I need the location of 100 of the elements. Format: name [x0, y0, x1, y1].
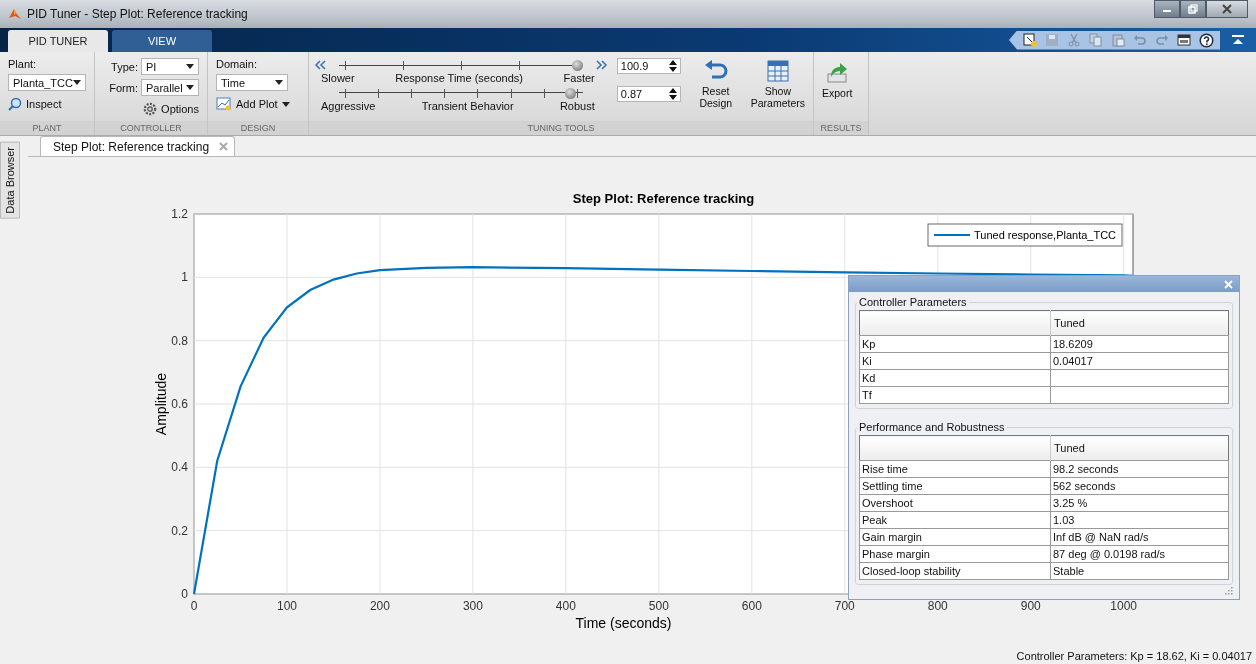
close-icon	[1222, 4, 1232, 14]
y-tick-label: 1	[181, 270, 188, 285]
close-icon[interactable]	[219, 142, 229, 151]
parameter-value: 87 deg @ 0.0198 rad/s	[1050, 545, 1229, 563]
parameter-value: 98.2 seconds	[1050, 460, 1229, 478]
section-label: TUNING TOOLS	[309, 121, 813, 135]
parameter-value: 18.6209	[1050, 335, 1229, 353]
table-icon	[766, 60, 789, 82]
parameter-name: Kd	[859, 369, 1051, 387]
y-tick-label: 0.8	[171, 333, 188, 348]
new-window-icon[interactable]	[1023, 32, 1037, 47]
export-arrow-icon	[825, 60, 850, 84]
domain-dropdown[interactable]: Time	[216, 74, 288, 91]
chart-title: Step Plot: Reference tracking	[572, 191, 755, 206]
x-tick-label: 400	[555, 599, 576, 613]
plant-label: Plant:	[8, 58, 38, 70]
parameter-name: Closed-loop stability	[859, 562, 1051, 580]
tab-label: Step Plot: Reference tracking	[53, 139, 210, 154]
x-tick-label: 900	[1020, 599, 1041, 613]
parameter-name: Kp	[859, 335, 1051, 353]
slider-caption: Response Time (seconds)	[395, 72, 523, 84]
section-label: DESIGN	[208, 121, 308, 135]
column-header: Tuned	[1050, 310, 1229, 336]
y-axis-label: Amplitude	[153, 372, 169, 436]
parameter-name: Ki	[859, 352, 1051, 370]
slider-max-label: Faster	[563, 72, 595, 84]
column-header: Tuned	[1050, 435, 1229, 461]
y-tick-label: 0.4	[171, 460, 188, 475]
parameter-value: 1.03	[1050, 511, 1229, 529]
dropdown-arrow-icon	[186, 64, 194, 69]
window-title: PID Tuner - Step Plot: Reference tracking	[27, 7, 248, 21]
ribbon-tab[interactable]: PID TUNER	[8, 30, 108, 52]
search-icon	[8, 97, 22, 111]
restore-button[interactable]	[1180, 0, 1206, 18]
undo-arrow-icon	[703, 60, 728, 82]
status-text: Controller Parameters: Kp = 18.62, Ki = 0.04017	[1016, 650, 1252, 662]
options-button[interactable]: Options	[143, 100, 199, 118]
x-tick-label: 100	[276, 599, 297, 613]
type-label: Type:	[111, 60, 138, 73]
plot-add-icon	[216, 97, 232, 111]
slider-caption: Transient Behavior	[421, 100, 514, 112]
spinner-field[interactable]: 100.9	[616, 58, 681, 74]
slider-thumb[interactable]	[571, 59, 583, 71]
dropdown-arrow-icon	[281, 101, 290, 107]
reset-design-button[interactable]: Reset Design	[688, 58, 743, 109]
export-button[interactable]: Export	[822, 58, 853, 121]
parameter-name: Rise time	[859, 460, 1051, 478]
parameter-value: Inf dB @ NaN rad/s	[1050, 528, 1229, 546]
x-tick-label: 0	[190, 599, 198, 613]
slider-min-label: Slower	[321, 72, 355, 84]
x-tick-label: 200	[369, 599, 390, 613]
parameter-name: Settling time	[859, 477, 1051, 495]
inspect-button[interactable]: Inspect	[8, 95, 86, 113]
parameter-value: Stable	[1050, 562, 1229, 580]
x-tick-label: 1000	[1110, 599, 1138, 613]
x-tick-label: 500	[648, 599, 669, 613]
y-tick-label: 0	[181, 587, 188, 601]
close-button[interactable]	[1206, 0, 1248, 18]
slider-thumb[interactable]	[564, 87, 576, 99]
slower-arrows-icon[interactable]	[313, 60, 327, 70]
section-label: CONTROLLER	[95, 121, 207, 135]
paste-icon[interactable]	[1111, 32, 1125, 47]
spinner-field[interactable]: 0.87	[616, 86, 681, 102]
parameter-name: Overshoot	[859, 494, 1051, 512]
faster-arrows-icon[interactable]	[594, 60, 609, 70]
dropdown-arrow-icon	[275, 80, 283, 85]
collapse-ribbon-icon[interactable]	[1232, 34, 1244, 46]
spinner-arrows-icon[interactable]	[668, 60, 677, 72]
parameter-name: Peak	[859, 511, 1051, 529]
minimize-button[interactable]	[1154, 0, 1180, 18]
parameter-name: Gain margin	[859, 528, 1051, 546]
gear-icon	[143, 102, 158, 116]
parameter-value: 3.25 %	[1050, 494, 1229, 512]
dropdown-arrow-icon	[186, 85, 194, 90]
x-axis-label: Time (seconds)	[575, 615, 672, 631]
add-plot-button[interactable]: Add Plot	[216, 95, 300, 113]
ribbon-tab[interactable]: VIEW	[112, 30, 212, 52]
show-parameters-button[interactable]: Show Parameters	[750, 58, 805, 109]
form-dropdown[interactable]: Parallel	[141, 79, 199, 96]
parameter-name: Phase margin	[859, 545, 1051, 563]
x-tick-label: 300	[462, 599, 483, 613]
group-title: Controller Parameters	[858, 296, 968, 308]
dropdown-arrow-icon	[73, 80, 81, 85]
section-label: PLANT	[0, 121, 94, 135]
app-logo-icon	[8, 7, 22, 21]
group-title: Performance and Robustness	[858, 421, 1006, 433]
plant-dropdown[interactable]: Planta_TCC	[8, 74, 86, 91]
form-label: Form:	[109, 81, 138, 94]
parameter-value: 562 seconds	[1050, 477, 1229, 495]
y-tick-label: 0.6	[171, 397, 188, 411]
spinner-arrows-icon[interactable]	[668, 88, 677, 100]
type-dropdown[interactable]: PI	[141, 58, 199, 75]
slider-max-label: Robust	[559, 100, 595, 112]
document-tab[interactable]: Step Plot: Reference tracking	[40, 136, 236, 156]
data-browser-tab[interactable]: Data Browser	[0, 142, 20, 219]
x-tick-label: 600	[741, 599, 762, 613]
window-layout-icon[interactable]	[1177, 32, 1191, 47]
x-tick-label: 700	[834, 599, 855, 613]
help-icon[interactable]	[1199, 32, 1214, 48]
resize-grip-icon[interactable]	[1225, 587, 1233, 595]
